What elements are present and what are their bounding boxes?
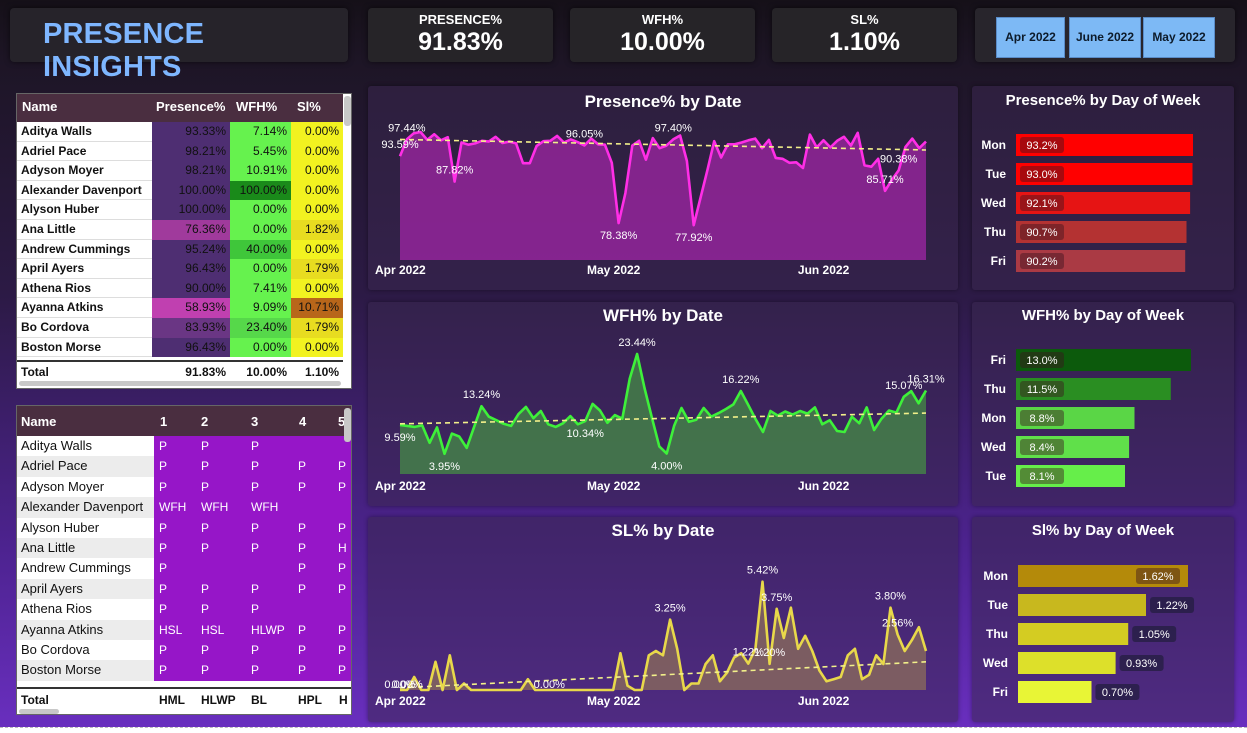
data-label: 78.38% — [600, 230, 638, 242]
category-label: Wed — [981, 196, 1006, 210]
data-label: 97.40% — [655, 122, 693, 134]
data-label: 16.22% — [722, 374, 760, 386]
value-label: 1.62% — [1142, 571, 1173, 583]
data-label: 1.20% — [754, 647, 785, 659]
value-label: 1.05% — [1139, 629, 1170, 641]
value-label: 90.2% — [1026, 256, 1057, 268]
value-label: 13.0% — [1026, 355, 1057, 367]
data-label: 10.34% — [567, 428, 605, 440]
category-label: Mon — [981, 411, 1006, 425]
area-fill — [400, 132, 926, 260]
bar — [1018, 681, 1092, 703]
x-tick-label: May 2022 — [587, 694, 641, 708]
value-label: 8.8% — [1029, 413, 1054, 425]
x-tick-label: Apr 2022 — [375, 263, 426, 277]
value-label: 0.70% — [1102, 687, 1133, 699]
x-tick-label: Jun 2022 — [798, 479, 850, 493]
page-bottom-edge — [0, 727, 1247, 733]
data-label: 16.31% — [907, 373, 945, 385]
x-tick-label: Apr 2022 — [375, 479, 426, 493]
category-label: Fri — [993, 685, 1008, 699]
data-label: 3.25% — [655, 603, 686, 615]
value-label: 1.22% — [1156, 600, 1187, 612]
data-label: 9.59% — [384, 432, 415, 444]
x-tick-label: Apr 2022 — [375, 694, 426, 708]
value-label: 93.0% — [1026, 169, 1057, 181]
category-label: Tue — [986, 469, 1007, 483]
data-label: 77.92% — [675, 232, 713, 244]
dashboard-canvas: { "header": {"title": "PRESENCE INSIGHTS… — [0, 0, 1247, 733]
data-label: 4.00% — [651, 461, 682, 473]
category-label: Thu — [984, 382, 1006, 396]
x-tick-label: May 2022 — [587, 479, 641, 493]
x-tick-label: May 2022 — [587, 263, 641, 277]
category-label: Wed — [981, 440, 1006, 454]
data-label: 2.56% — [882, 618, 913, 630]
data-label: 3.80% — [875, 591, 906, 603]
charts-svg: 93.59% 97.44% 87.82% 96.05% 78.38% 97.40% 77.9… — [375, 122, 1195, 708]
bar — [1018, 623, 1129, 645]
value-label: 8.1% — [1029, 471, 1054, 483]
category-label: Fri — [991, 254, 1006, 268]
data-label: 0.00% — [392, 679, 423, 691]
bar — [1018, 652, 1116, 674]
area-fill — [400, 581, 926, 690]
data-label: 90.38% — [880, 153, 918, 165]
x-tick-label: Jun 2022 — [798, 263, 850, 277]
value-label: 93.2% — [1026, 140, 1057, 152]
data-label: 13.24% — [463, 389, 501, 401]
data-label: 97.44% — [388, 122, 426, 134]
data-label: 0.00% — [534, 679, 565, 691]
data-label: 23.44% — [618, 337, 656, 349]
category-label: Fri — [991, 353, 1006, 367]
value-label: 92.1% — [1026, 198, 1057, 210]
value-label: 0.93% — [1126, 658, 1157, 670]
category-label: Mon — [981, 138, 1006, 152]
data-label: 87.82% — [436, 165, 474, 177]
data-label: 96.05% — [566, 128, 604, 140]
category-label: Tue — [986, 167, 1007, 181]
data-label: 5.42% — [747, 565, 778, 577]
value-label: 11.5% — [1027, 384, 1058, 396]
category-label: Tue — [988, 598, 1009, 612]
category-label: Wed — [983, 656, 1008, 670]
category-label: Thu — [984, 225, 1006, 239]
category-label: Thu — [986, 627, 1008, 641]
value-label: 90.7% — [1026, 227, 1057, 239]
bar — [1018, 594, 1146, 616]
x-tick-label: Jun 2022 — [798, 694, 850, 708]
data-label: 3.95% — [429, 461, 460, 473]
category-label: Mon — [983, 569, 1008, 583]
data-label: 3.75% — [761, 592, 792, 604]
value-label: 8.4% — [1029, 442, 1054, 454]
data-label: 85.71% — [866, 174, 904, 186]
data-label: 93.59% — [381, 139, 419, 151]
